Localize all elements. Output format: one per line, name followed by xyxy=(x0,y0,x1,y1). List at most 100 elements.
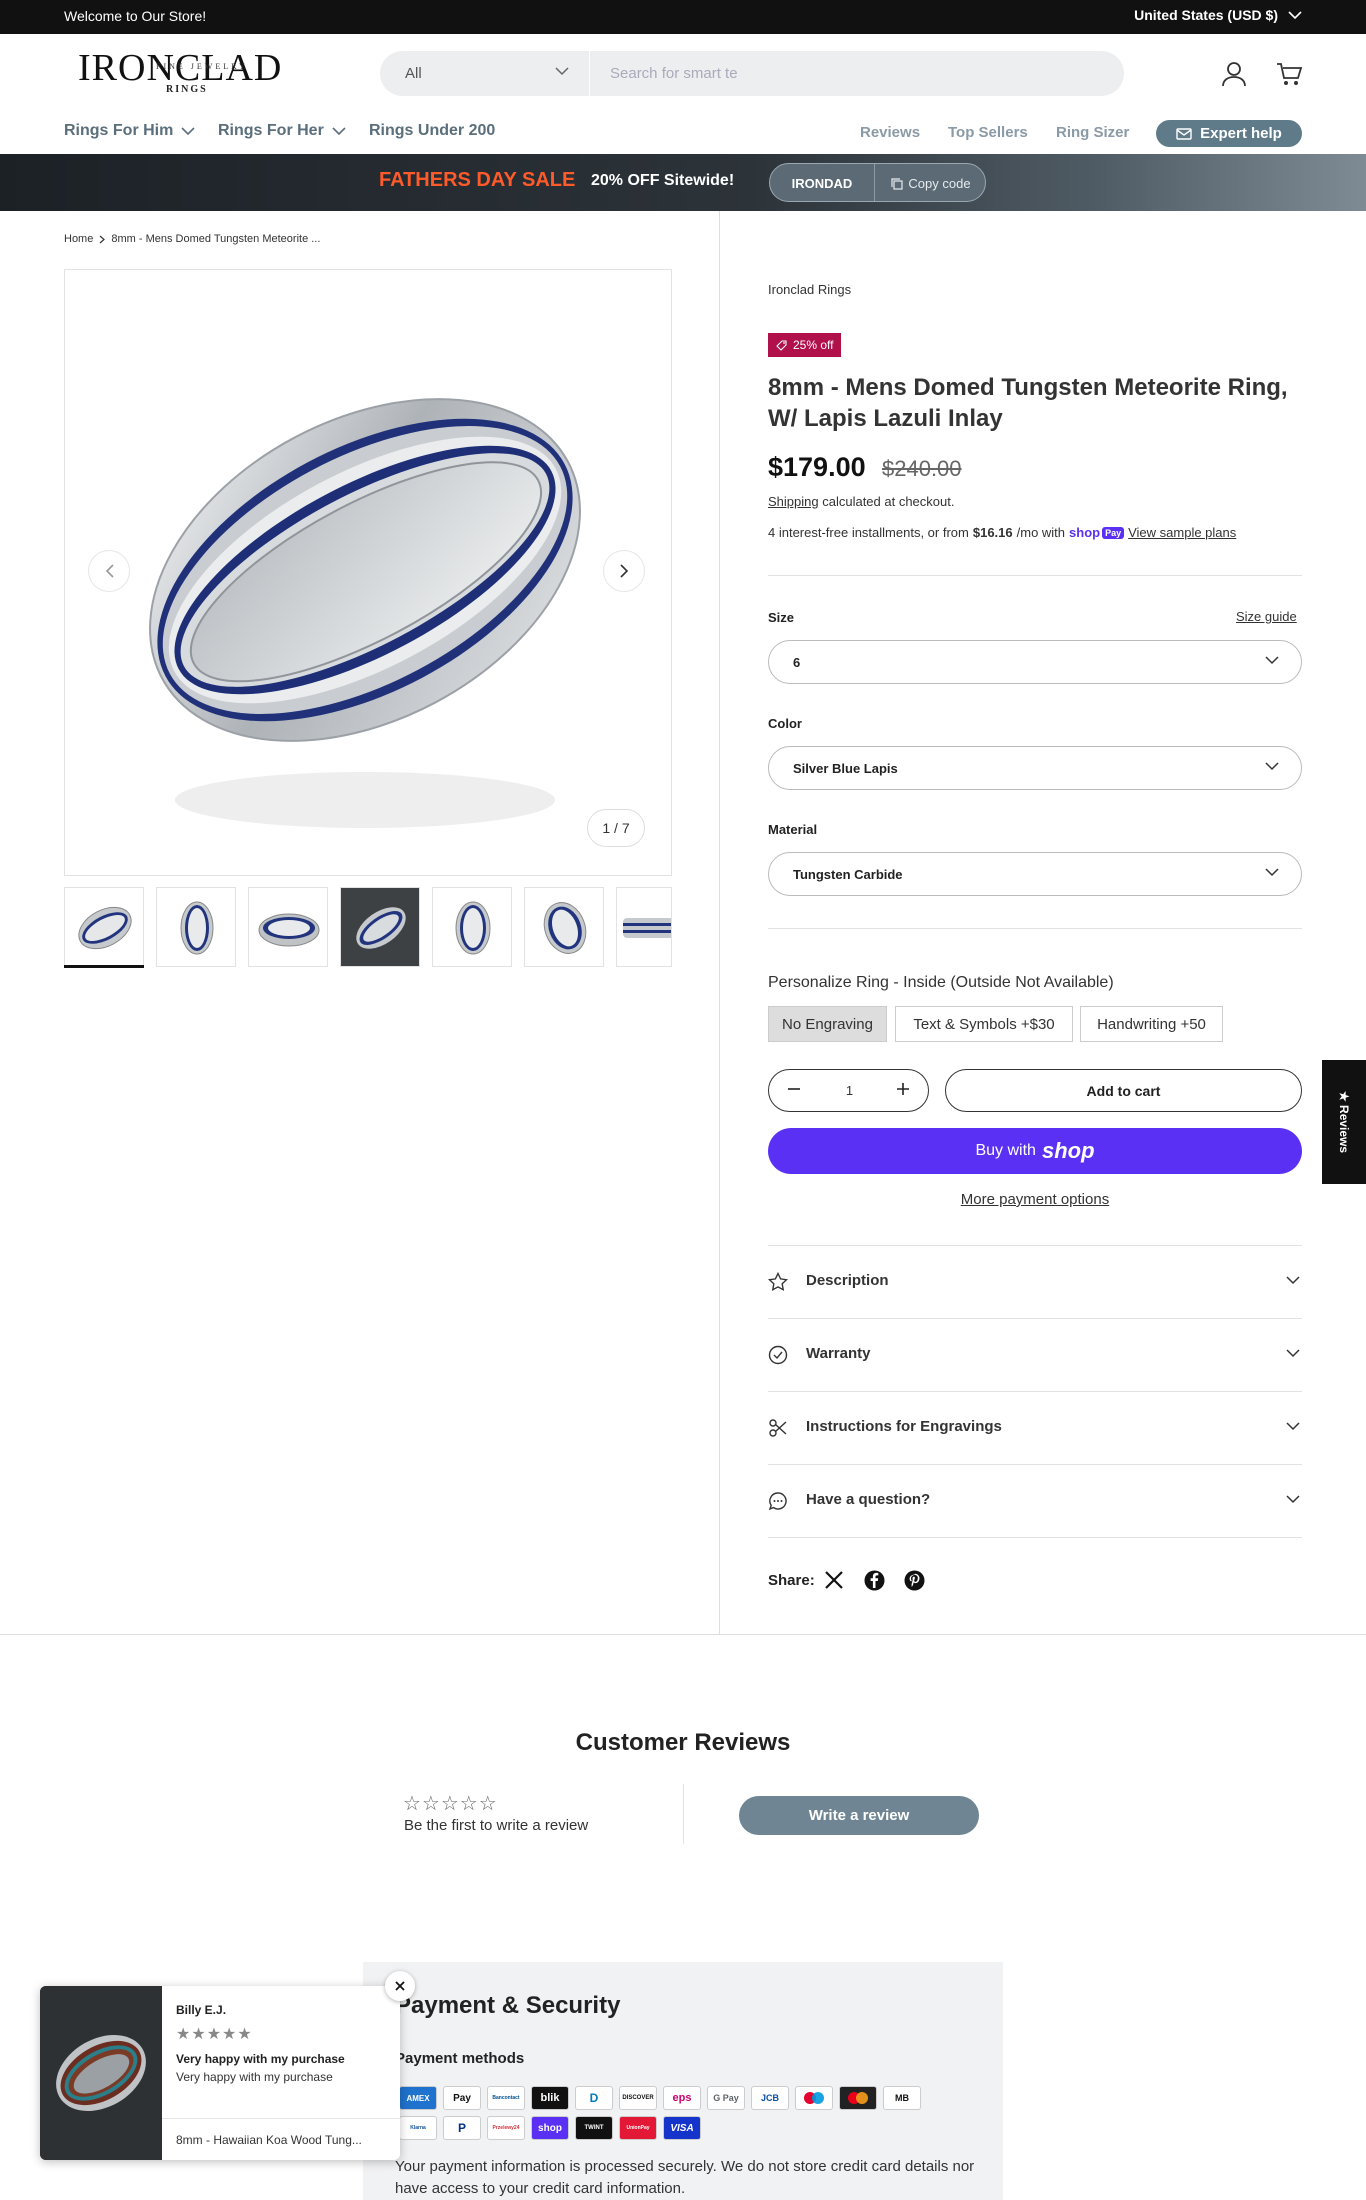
accordion-label: Instructions for Engravings xyxy=(806,1418,1002,1435)
x-twitter-icon[interactable] xyxy=(824,1570,844,1590)
size-guide-link[interactable]: Size guide xyxy=(1236,609,1297,624)
discount-code: IRONDAD xyxy=(791,176,853,191)
pinterest-icon[interactable] xyxy=(904,1570,925,1591)
product-title: 8mm - Mens Domed Tungsten Meteorite Ring… xyxy=(768,374,1288,432)
color-value: Silver Blue Lapis xyxy=(793,760,898,776)
nav-reviews[interactable]: Reviews xyxy=(860,124,920,141)
option-text-symbols[interactable]: Text & Symbols +$30 xyxy=(895,1006,1073,1042)
google-pay-icon: G Pay xyxy=(707,2086,745,2110)
review-product-name[interactable]: 8mm - Hawaiian Koa Wood Tung... xyxy=(162,2118,400,2160)
accordion-have-a-question[interactable]: Have a question? xyxy=(768,1464,1302,1537)
store-logo[interactable]: IRONCLAD FINE JEWELRY RINGS xyxy=(78,48,293,96)
color-select[interactable]: Silver Blue Lapis xyxy=(768,746,1302,790)
close-icon[interactable] xyxy=(385,1971,415,2001)
divider xyxy=(768,1537,1302,1538)
plus-icon[interactable] xyxy=(896,1082,910,1096)
more-payment-options-link[interactable]: More payment options xyxy=(768,1191,1302,1208)
cart-icon[interactable] xyxy=(1272,57,1306,91)
product-vendor[interactable]: Ironclad Rings xyxy=(768,282,851,297)
add-to-cart-button[interactable]: Add to cart xyxy=(945,1069,1302,1112)
ring-image xyxy=(149,398,581,828)
material-select[interactable]: Tungsten Carbide xyxy=(768,852,1302,896)
search-bar: All xyxy=(380,51,1124,96)
mail-icon xyxy=(1176,127,1192,140)
thumbnail[interactable] xyxy=(340,887,420,967)
material-label: Material xyxy=(768,822,818,837)
option-handwriting[interactable]: Handwriting +50 xyxy=(1080,1006,1223,1042)
nav-rings-for-her[interactable]: Rings For Her xyxy=(218,122,346,140)
nav-top-sellers[interactable]: Top Sellers xyxy=(948,124,1028,141)
copy-code-button[interactable]: Copy code xyxy=(874,164,985,201)
shipping-text: calculated at checkout. xyxy=(818,494,955,509)
discount-badge-label: 25% off xyxy=(793,338,834,352)
expert-help-label: Expert help xyxy=(1200,125,1282,142)
visa-icon: VISA xyxy=(663,2116,701,2140)
chat-bubble-icon xyxy=(768,1491,788,1511)
expert-help-button[interactable]: Expert help xyxy=(1156,120,1302,147)
shipping-link[interactable]: Shipping xyxy=(768,494,819,509)
thumbnail[interactable] xyxy=(616,887,672,967)
nav-label: Rings For Her xyxy=(218,122,324,139)
chevron-down-icon xyxy=(332,126,346,135)
breadcrumb-home[interactable]: Home xyxy=(64,233,93,245)
write-review-button[interactable]: Write a review xyxy=(739,1796,979,1835)
color-label: Color xyxy=(768,716,802,731)
thumbnail[interactable] xyxy=(156,887,236,967)
reviews-tab-label: ★ Reviews xyxy=(1337,1090,1351,1154)
buy-with-shop-button[interactable]: Buy with shop xyxy=(768,1128,1302,1174)
product-price: $179.00 xyxy=(768,452,866,482)
check-circle-icon xyxy=(768,1345,788,1365)
tag-icon xyxy=(776,339,787,351)
shop-pay-pay: Pay xyxy=(1102,526,1125,539)
nav-ring-sizer[interactable]: Ring Sizer xyxy=(1056,124,1129,141)
mastercard-icon xyxy=(839,2086,877,2110)
section-divider xyxy=(0,1634,1366,1635)
facebook-icon[interactable] xyxy=(864,1570,885,1591)
option-no-engraving[interactable]: No Engraving xyxy=(768,1006,887,1042)
payment-security-title: Payment & Security xyxy=(395,1992,621,2019)
thumbnail[interactable] xyxy=(248,887,328,967)
search-category-label: All xyxy=(405,65,422,82)
thumbnail[interactable] xyxy=(524,887,604,967)
gallery-prev-button[interactable] xyxy=(88,550,130,592)
review-headline: Very happy with my purchase xyxy=(176,2052,345,2066)
review-popup[interactable]: Billy E.J. ★★★★★ Very happy with my purc… xyxy=(40,1986,400,2160)
reviews-side-tab[interactable]: ★ Reviews xyxy=(1322,1060,1366,1184)
nav-rings-under-200[interactable]: Rings Under 200 xyxy=(369,122,495,140)
nav-label: Rings For Him xyxy=(64,122,174,139)
account-icon[interactable] xyxy=(1217,57,1251,91)
accordion-warranty[interactable]: Warranty xyxy=(768,1318,1302,1391)
chevron-right-icon xyxy=(619,564,628,578)
discount-badge: 25% off xyxy=(768,333,842,357)
popup-product-image xyxy=(40,1986,162,2160)
thumbnail[interactable] xyxy=(432,887,512,967)
chevron-right-icon xyxy=(99,235,106,243)
logo-tagline: FINE JEWELRY xyxy=(156,62,248,71)
thumbnail[interactable] xyxy=(64,887,144,967)
product-main-image[interactable] xyxy=(64,269,672,876)
thumbnail-active-indicator xyxy=(64,965,144,968)
search-category-select[interactable]: All xyxy=(380,51,590,96)
installments-amount: $16.16 xyxy=(972,525,1013,540)
gallery-next-button[interactable] xyxy=(603,550,645,592)
chevron-down-icon xyxy=(1286,1349,1300,1358)
size-select[interactable]: 6 xyxy=(768,640,1302,684)
accordion-description[interactable]: Description xyxy=(768,1245,1302,1318)
payment-methods-label: Payment methods xyxy=(395,2050,525,2067)
search-input[interactable] xyxy=(590,51,1124,96)
diners-club-icon: D xyxy=(575,2086,613,2110)
unionpay-icon: UnionPay xyxy=(619,2116,657,2140)
country-selector[interactable]: United States (USD $) xyxy=(1134,7,1302,23)
accordion-engraving-instructions[interactable]: Instructions for Engravings xyxy=(768,1391,1302,1464)
apple-pay-icon: Pay xyxy=(443,2086,481,2110)
accordion-label: Warranty xyxy=(806,1345,871,1362)
sample-plans-link[interactable]: View sample plans xyxy=(1128,525,1236,540)
chevron-down-icon xyxy=(1265,656,1279,665)
customer-reviews-title: Customer Reviews xyxy=(575,1729,791,1756)
logo-rings: RINGS xyxy=(166,84,208,95)
no-reviews-text: Be the first to write a review xyxy=(404,1817,589,1834)
installments-prefix: 4 interest-free installments, or from xyxy=(768,525,969,540)
nav-rings-for-him[interactable]: Rings For Him xyxy=(64,122,195,140)
chevron-down-icon xyxy=(1286,1495,1300,1504)
shop-pay-wordmark: shop xyxy=(1069,525,1101,540)
